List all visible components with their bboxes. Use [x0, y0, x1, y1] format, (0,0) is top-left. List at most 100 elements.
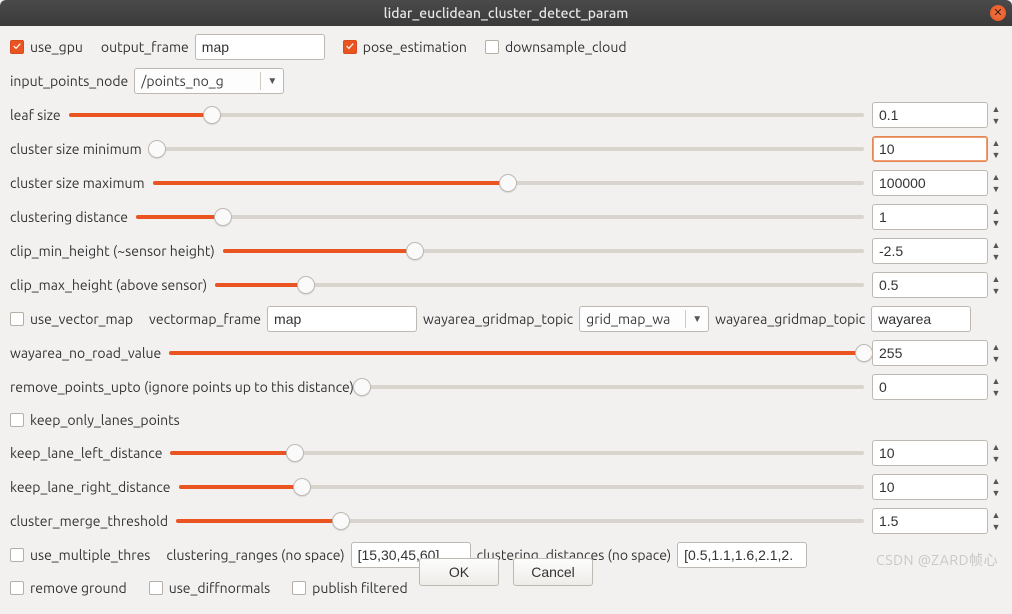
slider-row-remove_points_upto: remove_points_upto (ignore points up to … — [10, 374, 1002, 400]
slider-row-clip_min_height: clip_min_height (~sensor height) ▲ ▼ — [10, 238, 1002, 264]
close-icon[interactable]: ✕ — [990, 5, 1006, 21]
step-up-icon[interactable]: ▲ — [990, 509, 1002, 521]
input-cluster_merge_threshold[interactable] — [872, 508, 988, 534]
input-cluster_size_maximum[interactable] — [872, 170, 988, 196]
slider-keep_lane_right_distance[interactable] — [179, 477, 865, 497]
spinbox-clip_max_height: ▲ ▼ — [872, 272, 1002, 298]
step-down-icon[interactable]: ▼ — [990, 387, 1002, 399]
spinbox-wayarea_no_road_value: ▲ ▼ — [872, 340, 1002, 366]
slider-row-keep_lane_left_distance: keep_lane_left_distance ▲ ▼ — [10, 440, 1002, 466]
label-wayarea-gridmap-topic: wayarea_gridmap_topic — [423, 311, 573, 327]
spinbox-cluster_merge_threshold: ▲ ▼ — [872, 508, 1002, 534]
step-down-icon[interactable]: ▼ — [990, 285, 1002, 297]
spinbox-remove_points_upto: ▲ ▼ — [872, 374, 1002, 400]
slider-row-cluster_size_maximum: cluster size maximum ▲ ▼ — [10, 170, 1002, 196]
spinbox-leaf_size: ▲ ▼ — [872, 102, 1002, 128]
dialog-footer: OK Cancel — [0, 558, 1012, 586]
label-leaf_size: leaf size — [10, 107, 61, 123]
label-wayarea-gridmap-topic2: wayarea_gridmap_topic — [715, 311, 865, 327]
step-down-icon[interactable]: ▼ — [990, 115, 1002, 127]
ok-button[interactable]: OK — [419, 558, 499, 586]
step-up-icon[interactable]: ▲ — [990, 441, 1002, 453]
slider-wayarea_no_road_value[interactable] — [169, 343, 864, 363]
step-up-icon[interactable]: ▲ — [990, 341, 1002, 353]
dd-text: /points_no_g — [135, 71, 260, 91]
label-keep_lane_left_distance: keep_lane_left_distance — [10, 445, 162, 461]
step-down-icon[interactable]: ▼ — [990, 521, 1002, 533]
slider-keep_lane_left_distance[interactable] — [170, 443, 864, 463]
input-remove_points_upto[interactable] — [872, 374, 988, 400]
input-keep_lane_right_distance[interactable] — [872, 474, 988, 500]
step-up-icon[interactable]: ▲ — [990, 171, 1002, 183]
input-keep_lane_left_distance[interactable] — [872, 440, 988, 466]
step-up-icon[interactable]: ▲ — [990, 103, 1002, 115]
step-up-icon[interactable]: ▲ — [990, 375, 1002, 387]
slider-clip_min_height[interactable] — [223, 241, 864, 261]
chevron-down-icon[interactable]: ▼ — [261, 75, 283, 87]
spinbox-clip_min_height: ▲ ▼ — [872, 238, 1002, 264]
step-down-icon[interactable]: ▼ — [990, 217, 1002, 229]
step-up-icon[interactable]: ▲ — [990, 239, 1002, 251]
label-remove_points_upto: remove_points_upto (ignore points up to … — [10, 379, 354, 395]
row-keep-only-lanes: keep_only_lanes_points — [10, 408, 1002, 432]
checkbox-use-gpu[interactable] — [10, 40, 24, 54]
input-vectormap-frame[interactable] — [267, 306, 417, 332]
input-clustering_distance[interactable] — [872, 204, 988, 230]
dropdown-input-points-node[interactable]: /points_no_g ▼ — [134, 68, 284, 94]
label-output-frame: output_frame — [101, 39, 189, 55]
checkbox-keep-only-lanes[interactable] — [10, 413, 24, 427]
spinbox-keep_lane_right_distance: ▲ ▼ — [872, 474, 1002, 500]
checkbox-use-vector-map[interactable] — [10, 312, 24, 326]
slider-row-clip_max_height: clip_max_height (above sensor) ▲ ▼ — [10, 272, 1002, 298]
cancel-button[interactable]: Cancel — [513, 558, 593, 586]
row-input-points: input_points_node /points_no_g ▼ — [10, 68, 1002, 94]
input-clip_min_height[interactable] — [872, 238, 988, 264]
label-cluster_merge_threshold: cluster_merge_threshold — [10, 513, 168, 529]
input-clip_max_height[interactable] — [872, 272, 988, 298]
slider-clip_max_height[interactable] — [215, 275, 864, 295]
step-down-icon[interactable]: ▼ — [990, 183, 1002, 195]
step-up-icon[interactable]: ▲ — [990, 273, 1002, 285]
row-vector-map: use_vector_map vectormap_frame wayarea_g… — [10, 306, 1002, 332]
slider-clustering_distance[interactable] — [136, 207, 864, 227]
step-down-icon[interactable]: ▼ — [990, 487, 1002, 499]
spinbox-keep_lane_left_distance: ▲ ▼ — [872, 440, 1002, 466]
step-down-icon[interactable]: ▼ — [990, 353, 1002, 365]
step-down-icon[interactable]: ▼ — [990, 251, 1002, 263]
slider-row-wayarea_no_road_value: wayarea_no_road_value ▲ ▼ — [10, 340, 1002, 366]
slider-cluster_size_maximum[interactable] — [153, 173, 864, 193]
slider-remove_points_upto[interactable] — [362, 377, 864, 397]
step-down-icon[interactable]: ▼ — [990, 149, 1002, 161]
dialog-content: use_gpu output_frame pose_estimation dow… — [0, 26, 1012, 614]
input-leaf_size[interactable] — [872, 102, 988, 128]
step-down-icon[interactable]: ▼ — [990, 453, 1002, 465]
label-use-gpu: use_gpu — [30, 39, 83, 55]
slider-cluster_size_minimum[interactable] — [150, 139, 864, 159]
label-cluster_size_minimum: cluster size minimum — [10, 141, 142, 157]
input-wayarea_no_road_value[interactable] — [872, 340, 988, 366]
input-cluster_size_minimum[interactable] — [872, 136, 988, 162]
input-output-frame[interactable] — [195, 34, 325, 60]
label-clip_min_height: clip_min_height (~sensor height) — [10, 243, 215, 259]
label-clustering_distance: clustering distance — [10, 209, 128, 225]
label-input-points-node: input_points_node — [10, 73, 128, 89]
input-wayarea-gridmap-topic2[interactable] — [871, 306, 971, 332]
label-pose-estimation: pose_estimation — [363, 39, 467, 55]
spinbox-clustering_distance: ▲ ▼ — [872, 204, 1002, 230]
titlebar: lidar_euclidean_cluster_detect_param ✕ — [0, 0, 1012, 26]
step-up-icon[interactable]: ▲ — [990, 205, 1002, 217]
step-up-icon[interactable]: ▲ — [990, 137, 1002, 149]
chevron-down-icon[interactable]: ▼ — [686, 313, 708, 325]
checkbox-pose-estimation[interactable] — [343, 40, 357, 54]
checkbox-downsample-cloud[interactable] — [485, 40, 499, 54]
label-vectormap-frame: vectormap_frame — [149, 311, 261, 327]
label-wayarea_no_road_value: wayarea_no_road_value — [10, 345, 161, 361]
slider-leaf_size[interactable] — [69, 105, 864, 125]
step-up-icon[interactable]: ▲ — [990, 475, 1002, 487]
row-top-checks: use_gpu output_frame pose_estimation dow… — [10, 34, 1002, 60]
spinbox-cluster_size_maximum: ▲ ▼ — [872, 170, 1002, 196]
slider-row-cluster_merge_threshold: cluster_merge_threshold ▲ ▼ — [10, 508, 1002, 534]
slider-cluster_merge_threshold[interactable] — [176, 511, 864, 531]
slider-row-cluster_size_minimum: cluster size minimum ▲ ▼ — [10, 136, 1002, 162]
dropdown-wayarea-gridmap-topic[interactable]: grid_map_wa ▼ — [579, 306, 709, 332]
